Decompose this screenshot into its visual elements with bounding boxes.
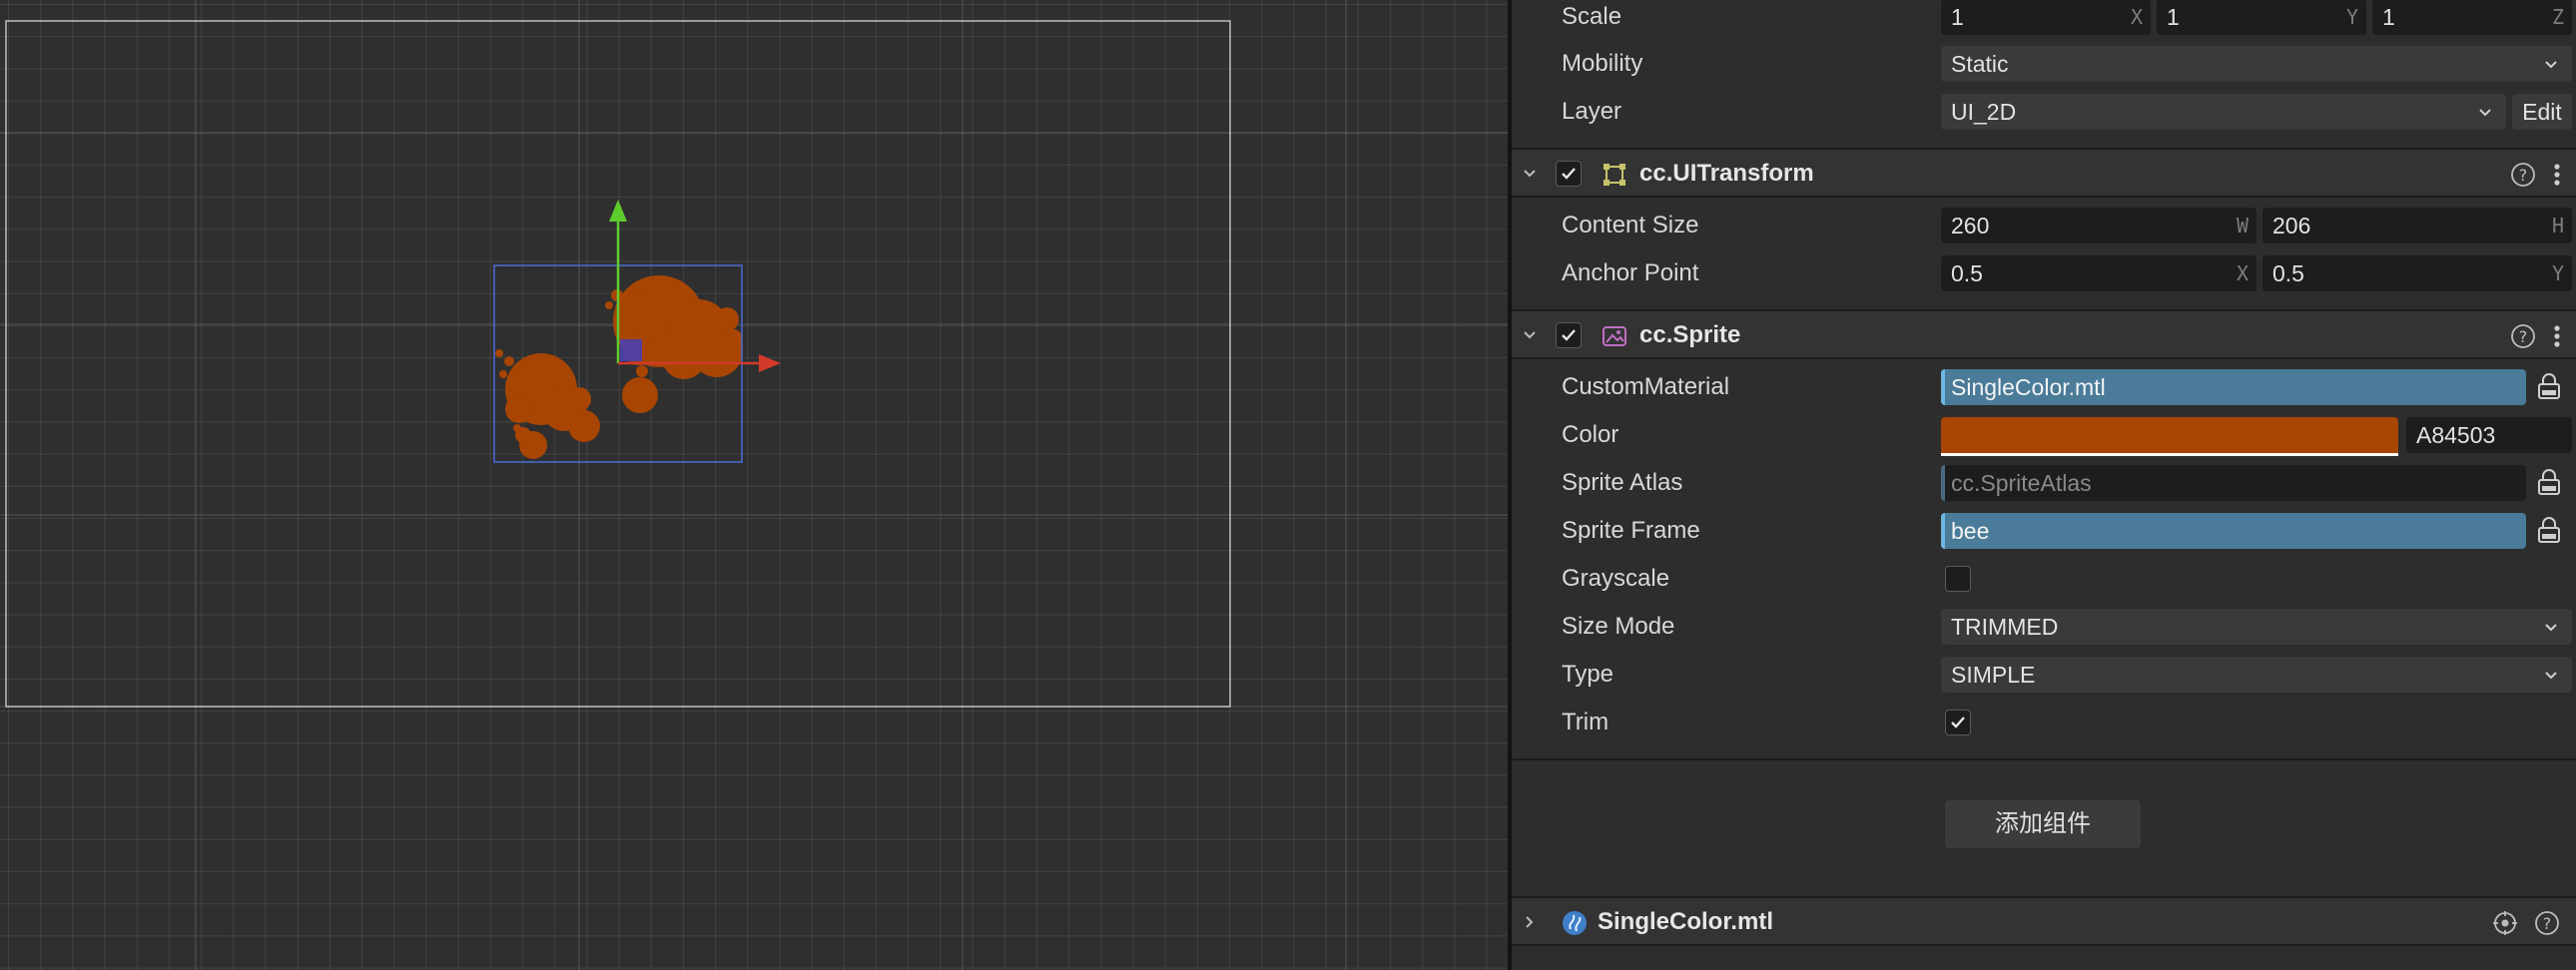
lock-icon[interactable] bbox=[2536, 517, 2562, 545]
sprite-frame-label: Sprite Frame bbox=[1562, 517, 1700, 544]
layer-row: Layer UI_2D Edit bbox=[1512, 88, 2576, 136]
scene-canvas[interactable] bbox=[0, 0, 1508, 970]
type-row: Type SIMPLE bbox=[1512, 651, 2576, 699]
ui-transform-icon bbox=[1604, 164, 1625, 186]
trim-checkbox[interactable] bbox=[1945, 710, 1971, 735]
inspector-panel: Scale 1 X 1 Y 1 Z Mobility Static Layer … bbox=[1512, 0, 2576, 970]
sprite-frame-field[interactable]: bee bbox=[1941, 513, 2526, 549]
color-label: Color bbox=[1562, 421, 1619, 448]
add-component-button[interactable]: 添加组件 bbox=[1945, 800, 2141, 848]
material-asset-title: SingleColor.mtl bbox=[1598, 908, 1774, 935]
chevron-right-icon[interactable] bbox=[1522, 914, 1538, 930]
type-select[interactable]: SIMPLE bbox=[1941, 657, 2572, 693]
more-icon[interactable] bbox=[2550, 162, 2564, 188]
material-asset-header[interactable]: SingleColor.mtl ? bbox=[1512, 896, 2576, 946]
custom-material-label: CustomMaterial bbox=[1562, 373, 1730, 400]
sprite-title: cc.Sprite bbox=[1639, 321, 1741, 348]
type-label: Type bbox=[1562, 661, 1614, 688]
help-icon[interactable]: ? bbox=[2534, 910, 2560, 936]
gizmo-x-arrow bbox=[759, 354, 781, 372]
anchor-point-row: Anchor Point 0.5 X 0.5 Y bbox=[1512, 249, 2576, 297]
help-icon[interactable]: ? bbox=[2510, 323, 2536, 349]
grayscale-row: Grayscale bbox=[1512, 555, 2576, 603]
anchor-y-input[interactable]: 0.5 Y bbox=[2262, 255, 2572, 291]
layer-edit-button[interactable]: Edit bbox=[2512, 94, 2572, 130]
scene-viewport[interactable] bbox=[0, 0, 1508, 970]
anchor-x-input[interactable]: 0.5 X bbox=[1941, 255, 2256, 291]
scale-x-input[interactable]: 1 X bbox=[1941, 0, 2151, 35]
more-icon[interactable] bbox=[2550, 323, 2564, 349]
anchor-point-label: Anchor Point bbox=[1562, 259, 1699, 286]
alpha-bar bbox=[1941, 453, 2398, 456]
section-divider bbox=[1512, 758, 2576, 760]
sprite-icon bbox=[1603, 326, 1626, 346]
sprite-header[interactable]: cc.Sprite ? bbox=[1512, 309, 2576, 359]
layer-select[interactable]: UI_2D bbox=[1941, 94, 2506, 130]
custom-material-field[interactable]: SingleColor.mtl bbox=[1941, 369, 2526, 405]
chevron-down-icon[interactable] bbox=[1522, 327, 1538, 343]
ui-transform-header[interactable]: cc.UITransform ? bbox=[1512, 148, 2576, 198]
grayscale-checkbox[interactable] bbox=[1945, 566, 1971, 592]
svg-text:?: ? bbox=[2519, 327, 2528, 346]
sprite-frame-row: Sprite Frame bee bbox=[1512, 507, 2576, 555]
mobility-select[interactable]: Static bbox=[1941, 46, 2572, 82]
scale-z-input[interactable]: 1 Z bbox=[2372, 0, 2572, 35]
mobility-label: Mobility bbox=[1562, 50, 1643, 77]
target-icon[interactable] bbox=[2492, 910, 2518, 936]
trim-label: Trim bbox=[1562, 709, 1610, 735]
chevron-down-icon bbox=[2545, 624, 2557, 632]
ui-transform-enabled-checkbox[interactable] bbox=[1556, 161, 1582, 187]
mobility-row: Mobility Static bbox=[1512, 40, 2576, 88]
content-height-input[interactable]: 206 H bbox=[2262, 208, 2572, 243]
content-size-row: Content Size 260 W 206 H bbox=[1512, 202, 2576, 249]
lock-icon[interactable] bbox=[2536, 469, 2562, 497]
svg-text:?: ? bbox=[2519, 166, 2528, 185]
size-mode-select[interactable]: TRIMMED bbox=[1941, 609, 2572, 645]
layer-label: Layer bbox=[1562, 98, 1622, 125]
content-size-label: Content Size bbox=[1562, 212, 1699, 239]
trim-row: Trim bbox=[1512, 699, 2576, 746]
color-row: Color A84503 bbox=[1512, 411, 2576, 459]
help-icon[interactable]: ? bbox=[2510, 162, 2536, 188]
material-icon bbox=[1563, 911, 1587, 935]
chevron-down-icon[interactable] bbox=[1522, 166, 1538, 182]
scale-y-input[interactable]: 1 Y bbox=[2157, 0, 2366, 35]
gizmo-xy-plane bbox=[620, 339, 642, 361]
gizmo-y-arrow bbox=[609, 200, 627, 222]
chevron-down-icon bbox=[2479, 109, 2491, 117]
scale-label: Scale bbox=[1562, 3, 1622, 30]
sprite-atlas-label: Sprite Atlas bbox=[1562, 469, 1683, 496]
chevron-down-icon bbox=[2545, 672, 2557, 680]
sprite-atlas-field[interactable]: cc.SpriteAtlas bbox=[1941, 465, 2526, 501]
grayscale-label: Grayscale bbox=[1562, 565, 1670, 592]
size-mode-label: Size Mode bbox=[1562, 613, 1675, 640]
color-swatch[interactable] bbox=[1941, 417, 2398, 453]
content-width-input[interactable]: 260 W bbox=[1941, 208, 2256, 243]
color-hex-input[interactable]: A84503 bbox=[2406, 417, 2572, 453]
ui-transform-title: cc.UITransform bbox=[1639, 160, 1814, 187]
custom-material-row: CustomMaterial SingleColor.mtl bbox=[1512, 363, 2576, 411]
size-mode-row: Size Mode TRIMMED bbox=[1512, 603, 2576, 651]
sprite-atlas-row: Sprite Atlas cc.SpriteAtlas bbox=[1512, 459, 2576, 507]
chevron-down-icon bbox=[2545, 61, 2557, 69]
scale-row: Scale 1 X 1 Y 1 Z bbox=[1512, 0, 2576, 41]
sprite-enabled-checkbox[interactable] bbox=[1556, 322, 1582, 348]
lock-icon[interactable] bbox=[2536, 373, 2562, 401]
svg-text:?: ? bbox=[2543, 914, 2552, 933]
